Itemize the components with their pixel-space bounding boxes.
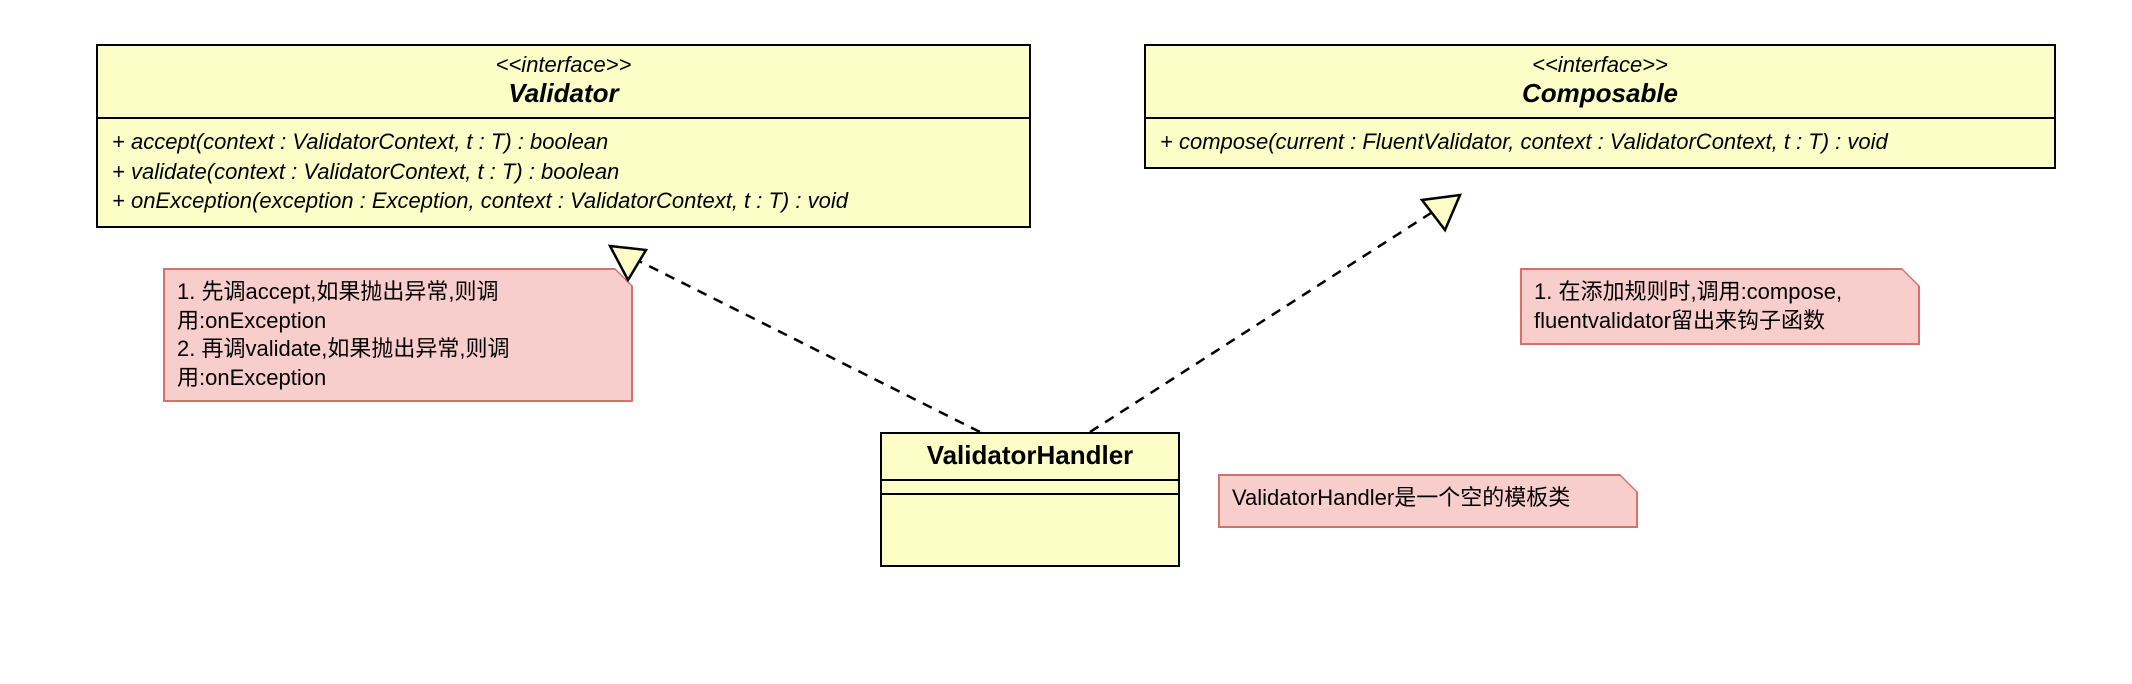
interface-composable-methods: + compose(current : FluentValidator, con… xyxy=(1146,119,2054,167)
attributes-section xyxy=(882,481,1178,495)
stereotype-label: <<interface>> xyxy=(108,52,1019,78)
note-text: 1. 在添加规则时,调用:compose, fluentvalidator留出来… xyxy=(1534,279,1842,333)
method: + compose(current : FluentValidator, con… xyxy=(1160,127,2040,157)
method: + validate(context : ValidatorContext, t… xyxy=(112,157,1015,187)
stereotype-label: <<interface>> xyxy=(1156,52,2044,78)
note-text: ValidatorHandler是一个空的模板类 xyxy=(1232,485,1570,510)
class-name: Validator xyxy=(108,78,1019,109)
interface-validator: <<interface>> Validator + accept(context… xyxy=(96,44,1031,228)
note-validator: 1. 先调accept,如果抛出异常,则调用:onException 2. 再调… xyxy=(163,268,633,402)
note-handler: ValidatorHandler是一个空的模板类 xyxy=(1218,474,1638,528)
interface-validator-methods: + accept(context : ValidatorContext, t :… xyxy=(98,119,1029,226)
class-name: Composable xyxy=(1156,78,2044,109)
class-validator-handler-header: ValidatorHandler xyxy=(882,434,1178,481)
note-composable: 1. 在添加规则时,调用:compose, fluentvalidator留出来… xyxy=(1520,268,1920,345)
class-validator-handler: ValidatorHandler xyxy=(880,432,1180,567)
methods-section xyxy=(882,495,1178,565)
interface-composable: <<interface>> Composable + compose(curre… xyxy=(1144,44,2056,169)
class-name: ValidatorHandler xyxy=(892,440,1168,471)
note-text: 1. 先调accept,如果抛出异常,则调用:onException 2. 再调… xyxy=(177,279,510,390)
interface-validator-header: <<interface>> Validator xyxy=(98,46,1029,119)
interface-composable-header: <<interface>> Composable xyxy=(1146,46,2054,119)
method: + onException(exception : Exception, con… xyxy=(112,186,1015,216)
method: + accept(context : ValidatorContext, t :… xyxy=(112,127,1015,157)
